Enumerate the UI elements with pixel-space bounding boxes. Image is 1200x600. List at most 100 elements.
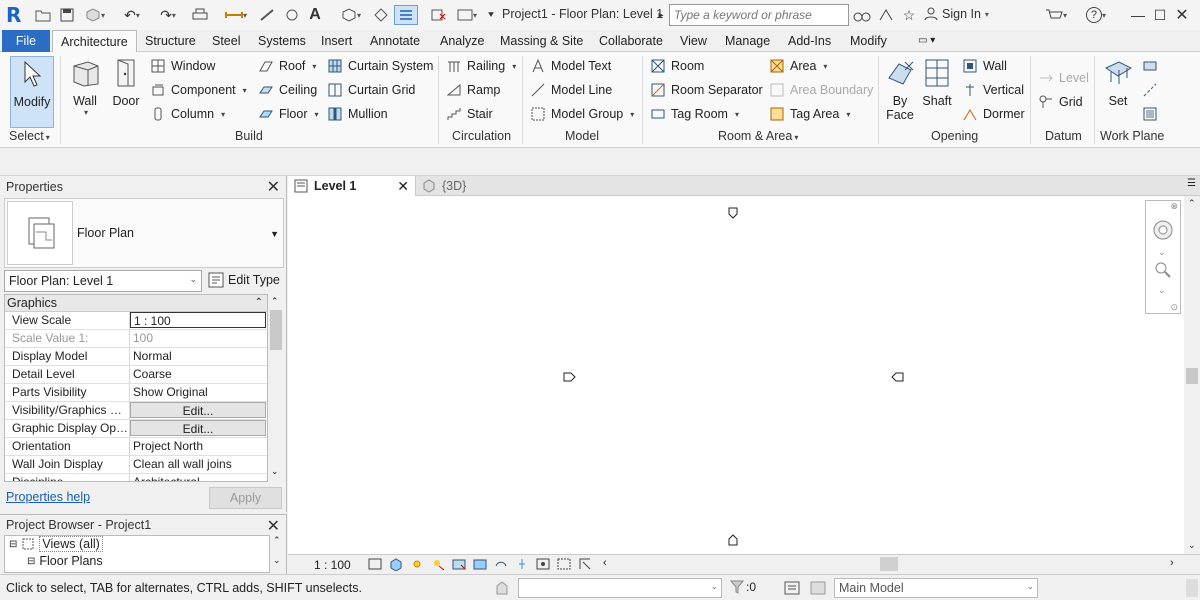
title-arrow-icon[interactable]: ▸ (656, 5, 666, 25)
chevron-down-icon[interactable]: ⌄ (1158, 285, 1166, 296)
save-icon[interactable] (58, 5, 76, 25)
customize-qat-icon[interactable]: ⯆ (484, 5, 498, 25)
scroll-up-icon[interactable]: ⌃ (273, 535, 281, 546)
horizontal-scroll-thumb[interactable] (880, 557, 898, 571)
design-option-dropdown[interactable]: Main Model ⌄ (834, 578, 1038, 598)
visual-style-icon[interactable] (389, 557, 403, 571)
unlocked-3d-icon[interactable] (494, 557, 508, 571)
search-input[interactable] (669, 4, 849, 26)
property-edit-button[interactable]: Edit... (130, 402, 266, 418)
reveal-hidden-icon[interactable] (536, 557, 550, 571)
show-workplane-icon[interactable] (1142, 56, 1158, 76)
properties-help-link[interactable]: Properties help (6, 490, 90, 504)
set-workplane-button[interactable]: Set (1100, 56, 1136, 124)
sign-in-button[interactable]: Sign In ▾ (924, 7, 989, 21)
sun-path-icon[interactable] (410, 557, 424, 571)
close-hidden-windows-icon[interactable] (428, 5, 450, 25)
ref-plane-icon[interactable] (1142, 80, 1158, 100)
highlight-displacement-icon[interactable] (578, 557, 592, 571)
area-button[interactable]: Area ▾ (769, 56, 827, 76)
property-row[interactable]: Detail Level Coarse (5, 366, 267, 384)
crop-view-icon[interactable] (452, 557, 466, 571)
undo-icon[interactable]: ↶ ▾ (117, 5, 147, 25)
tab-add-ins[interactable]: Add-Ins (780, 30, 839, 52)
tag-icon[interactable] (282, 5, 302, 25)
apply-button[interactable]: Apply (209, 487, 282, 509)
workset-dropdown[interactable]: ⌄ (518, 578, 722, 598)
tab-architecture[interactable]: Architecture (52, 30, 137, 53)
model-line-button[interactable]: Model Line (530, 80, 612, 100)
by-face-button[interactable]: By Face (884, 56, 916, 124)
default-3d-view-icon[interactable]: ▾ (336, 5, 366, 25)
tab-analyze[interactable]: Analyze (432, 30, 492, 52)
browser-scrollbar[interactable]: ⌃ ⌄ (270, 535, 286, 573)
editing-requests-icon[interactable] (784, 580, 800, 599)
scroll-thumb[interactable] (1186, 368, 1198, 384)
switch-windows-icon[interactable]: ▾ (452, 5, 482, 25)
ribbon-minimize-icon[interactable]: ▭ ▾ (910, 30, 943, 52)
view-scale[interactable]: 1 : 100 (314, 558, 351, 572)
elevation-marker-north[interactable] (728, 207, 738, 219)
property-row[interactable]: Graphic Display Opti... Edit... (5, 420, 267, 438)
roof-button[interactable]: Roof ▾ (258, 56, 316, 76)
area-boundary-button[interactable]: Area Boundary (769, 80, 873, 100)
scroll-down-icon[interactable]: ⌄ (271, 466, 279, 477)
wall-opening-button[interactable]: Wall (962, 56, 1007, 76)
column-button[interactable]: Column ▾ (150, 104, 225, 124)
tab-steel[interactable]: Steel (204, 30, 249, 52)
property-row[interactable]: Discipline Architectural (5, 474, 267, 481)
property-edit-button[interactable]: Edit... (130, 420, 266, 436)
view-tab-level-1[interactable]: Level 1 ✕ (288, 176, 416, 196)
minimize-icon[interactable]: — (1130, 5, 1146, 25)
shadows-icon[interactable] (431, 557, 445, 571)
redo-icon[interactable]: ↷ ▾ (153, 5, 183, 25)
floor-button[interactable]: Floor ▾ (258, 104, 319, 124)
tab-massing-site[interactable]: Massing & Site (492, 30, 591, 52)
ramp-button[interactable]: Ramp (446, 80, 500, 100)
property-row[interactable]: Visibility/Graphics O... Edit... (5, 402, 267, 420)
text-icon[interactable]: A (305, 5, 325, 25)
tab-manage[interactable]: Manage (717, 30, 778, 52)
options-icon[interactable]: ⊙ (1170, 302, 1178, 313)
tab-annotate[interactable]: Annotate (362, 30, 428, 52)
property-row[interactable]: Parts Visibility Show Original (5, 384, 267, 402)
tab-systems[interactable]: Systems (250, 30, 314, 52)
ceiling-button[interactable]: Ceiling (258, 80, 317, 100)
steering-wheel-icon[interactable] (1152, 219, 1176, 246)
graphics-group-header[interactable]: Graphics ⌃ (5, 295, 267, 312)
chevron-down-icon[interactable]: ⌄ (1158, 247, 1166, 258)
scroll-thumb[interactable] (270, 310, 282, 350)
elevation-marker-south[interactable] (728, 534, 738, 546)
close-icon[interactable]: ✕ (267, 516, 280, 536)
help-button[interactable]: ? ▾ (1080, 5, 1112, 25)
property-row[interactable]: Display Model Normal (5, 348, 267, 366)
edit-type-button[interactable]: Edit Type (208, 272, 280, 288)
model-group-button[interactable]: Model Group ▾ (530, 104, 634, 124)
property-row[interactable]: Orientation Project North (5, 438, 267, 456)
scroll-down-icon[interactable]: ⌄ (273, 555, 281, 566)
drawing-canvas[interactable]: ⊗ ⌄ ⌄ ⊙ (288, 196, 1184, 554)
view-tab-3d[interactable]: {3D} (422, 176, 466, 196)
temp-hide-icon[interactable] (515, 557, 529, 571)
panel-select[interactable]: Select ▾ (9, 129, 50, 143)
close-icon[interactable]: ⊗ (1170, 201, 1178, 212)
stair-button[interactable]: Stair (446, 104, 493, 124)
subscription-center-icon[interactable] (876, 5, 896, 25)
sync-icon[interactable]: ▾ (82, 5, 108, 25)
property-input[interactable]: 1 : 100 (130, 312, 266, 328)
grid-button[interactable]: Grid (1038, 92, 1083, 112)
section-icon[interactable] (371, 5, 391, 25)
room-button[interactable]: Room (650, 56, 704, 76)
zoom-icon[interactable] (1154, 261, 1172, 282)
tab-collaborate[interactable]: Collaborate (591, 30, 671, 52)
open-icon[interactable] (34, 5, 52, 25)
print-icon[interactable] (190, 5, 210, 25)
shaft-button[interactable]: Shaft (920, 56, 954, 124)
tree-item-floor-plans[interactable]: ⊟ Floor Plans (27, 554, 103, 568)
cart-icon[interactable]: ▾ (1043, 5, 1069, 25)
curtain-grid-button[interactable]: Curtain Grid (327, 80, 415, 100)
instance-selector[interactable]: Floor Plan: Level 1 ⌄ (4, 270, 202, 292)
binoculars-icon[interactable] (852, 5, 872, 25)
curtain-system-button[interactable]: Curtain System (327, 56, 433, 76)
properties-scrollbar[interactable]: ⌃ ⌄ (268, 294, 284, 482)
